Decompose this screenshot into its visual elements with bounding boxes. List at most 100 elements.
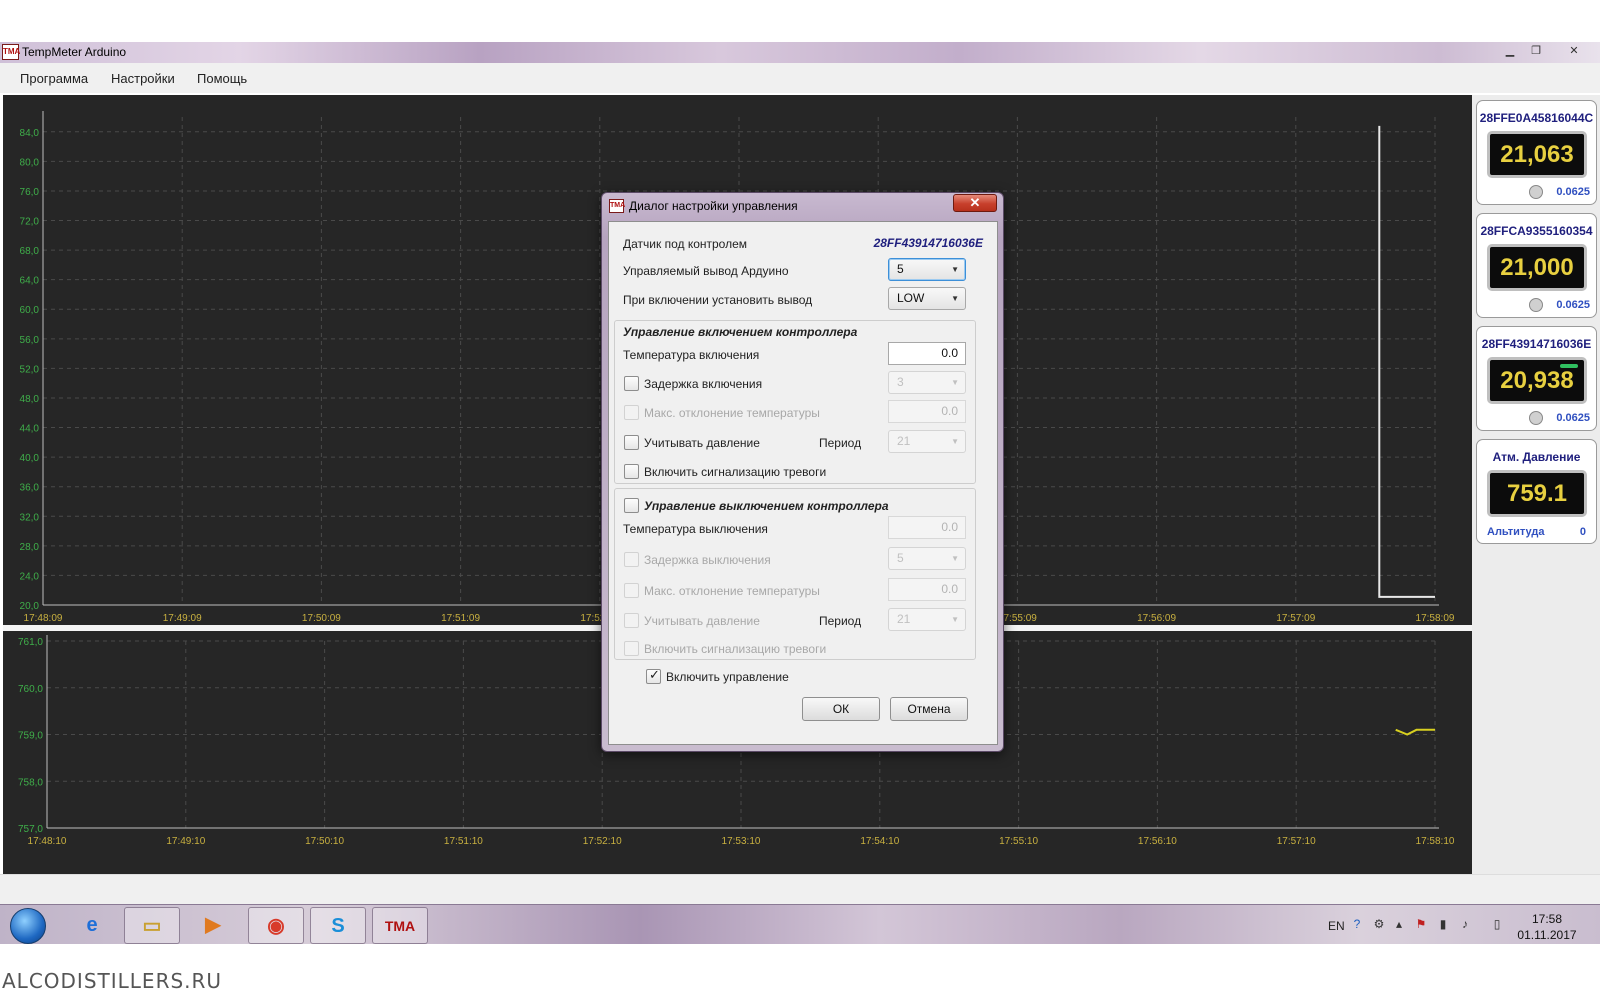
y-tick-label: 40,0 <box>20 453 40 464</box>
ie-icon[interactable]: e <box>64 907 120 944</box>
on-delay-value: 3 <box>897 375 904 389</box>
on-delay-checkbox[interactable] <box>624 376 639 391</box>
off-delay-value: 5 <box>897 551 904 565</box>
control-settings-dialog: TMA Диалог настройки управления ✕ Датчик… <box>601 192 1004 752</box>
x-tick-label: 17:58:10 <box>1416 836 1455 847</box>
init-state-select[interactable]: LOW ▼ <box>888 287 966 310</box>
dialog-app-icon: TMA <box>609 199 625 213</box>
off-pressure-checkbox[interactable] <box>624 613 639 628</box>
enable-control-checkbox[interactable]: ✓ <box>646 667 661 684</box>
control-active-indicator <box>1560 364 1578 368</box>
cancel-button[interactable]: Отмена <box>890 697 968 721</box>
explorer-icon[interactable]: ▭ <box>124 907 180 944</box>
chevron-down-icon: ▼ <box>951 437 959 446</box>
x-tick-label: 17:56:09 <box>1137 613 1176 624</box>
clock-date[interactable]: 01.11.2017 <box>1512 928 1582 942</box>
media-player-icon[interactable]: ▶ <box>185 907 241 944</box>
off-alarm-checkbox[interactable] <box>624 641 639 656</box>
app-icon: TMA <box>2 44 20 60</box>
language-indicator[interactable]: EN <box>1328 919 1345 933</box>
show-hidden-icons-icon[interactable]: ▴ <box>1392 917 1406 931</box>
y-tick-label: 20,0 <box>20 601 40 612</box>
x-tick-label: 17:52:10 <box>583 836 622 847</box>
off-pressure-label: Учитывать давление <box>644 614 760 628</box>
y-tick-label: 757,0 <box>18 824 43 835</box>
x-tick-label: 17:58:09 <box>1416 613 1455 624</box>
taskbar: e ▭ ▶ ◉ S TMA EN ? ⚙ ▴ ⚑ ▮ ♪ ▯ 17:58 01.… <box>0 904 1600 944</box>
ok-button[interactable]: ОК <box>802 697 880 721</box>
off-group-title: Управление выключением контроллера <box>644 499 889 513</box>
on-maxdev-checkbox[interactable] <box>624 405 639 420</box>
on-maxdev-label: Макс. отклонение температуры <box>644 406 820 420</box>
status-indicator <box>1529 185 1543 199</box>
sensor-value: 21,000 <box>1487 244 1587 291</box>
on-temp-input[interactable]: 0.0 <box>888 342 966 365</box>
sensor-resolution: 0.0625 <box>1556 299 1590 311</box>
off-group-checkbox[interactable] <box>624 498 639 513</box>
x-tick-label: 17:51:10 <box>444 836 483 847</box>
tempmeter-taskbar-icon[interactable]: TMA <box>372 907 428 944</box>
volume-icon[interactable]: ♪ <box>1458 917 1472 931</box>
sensor-value-text: 20,938 <box>1500 367 1574 394</box>
pressure-value: 759.1 <box>1487 470 1587 517</box>
minimize-button[interactable]: ▁ <box>1497 43 1523 60</box>
y-tick-label: 759,0 <box>18 731 43 742</box>
pin-select[interactable]: 5 ▼ <box>888 258 966 281</box>
menu-settings[interactable]: Настройки <box>111 71 175 86</box>
status-bar <box>0 874 1600 904</box>
action-center-icon[interactable]: ⚑ <box>1414 917 1428 931</box>
x-tick-label: 17:53:10 <box>722 836 761 847</box>
x-tick-label: 17:57:09 <box>1276 613 1315 624</box>
menu-help[interactable]: Помощь <box>197 71 247 86</box>
help-icon[interactable]: ? <box>1350 917 1364 931</box>
on-period-value: 21 <box>897 434 911 448</box>
pressure-title: Атм. Давление <box>1492 450 1581 464</box>
altitude-value: 0 <box>1579 526 1586 538</box>
y-tick-label: 44,0 <box>20 424 40 435</box>
skype-icon[interactable]: S <box>310 907 366 944</box>
start-button[interactable] <box>10 908 46 944</box>
x-tick-label: 17:51:09 <box>441 613 480 624</box>
off-maxdev-label: Макс. отклонение температуры <box>644 584 820 598</box>
off-maxdev-input[interactable]: 0.0 <box>888 578 966 601</box>
network-icon[interactable]: ▮ <box>1436 917 1450 931</box>
status-indicator <box>1529 298 1543 312</box>
enable-control-label: Включить управление <box>666 670 789 684</box>
on-delay-select[interactable]: 3 ▼ <box>888 371 966 394</box>
chrome-icon[interactable]: ◉ <box>248 907 304 944</box>
on-alarm-checkbox[interactable] <box>624 464 639 479</box>
init-label: При включении установить вывод <box>623 293 813 307</box>
clock-time[interactable]: 17:58 <box>1512 912 1582 926</box>
pressure-card[interactable]: Атм. Давление 759.1 Альтитуда 0 <box>1476 439 1597 544</box>
off-temp-input[interactable]: 0.0 <box>888 516 966 539</box>
y-tick-label: 32,0 <box>20 512 40 523</box>
y-tick-label: 80,0 <box>20 157 40 168</box>
sensor-card[interactable]: 28FFCA9355160354 21,000 0.0625 <box>1476 213 1597 318</box>
y-tick-label: 36,0 <box>20 483 40 494</box>
x-tick-label: 17:49:10 <box>166 836 205 847</box>
close-button[interactable]: ✕ <box>1561 43 1587 60</box>
maximize-button[interactable]: ❐ <box>1523 43 1549 60</box>
y-tick-label: 76,0 <box>20 187 40 198</box>
on-period-select[interactable]: 21 ▼ <box>888 430 966 453</box>
sensor-resolution: 0.0625 <box>1556 412 1590 424</box>
x-tick-label: 17:57:10 <box>1277 836 1316 847</box>
off-alarm-label: Включить сигнализацию тревоги <box>644 642 827 656</box>
off-period-select[interactable]: 21 ▼ <box>888 608 966 631</box>
battery-icon[interactable]: ▯ <box>1490 917 1504 931</box>
sensor-card[interactable]: 28FF43914716036E 20,938 0.0625 <box>1476 326 1597 431</box>
on-pressure-checkbox[interactable] <box>624 435 639 450</box>
off-period-value: 21 <box>897 612 911 626</box>
on-maxdev-input[interactable]: 0.0 <box>888 400 966 423</box>
off-delay-select[interactable]: 5 ▼ <box>888 547 966 570</box>
x-tick-label: 17:48:09 <box>24 613 63 624</box>
off-maxdev-checkbox[interactable] <box>624 583 639 598</box>
sensor-panel: 28FFE0A45816044C 21,063 0.0625 28FFCA935… <box>1472 95 1600 874</box>
sensor-card[interactable]: 28FFE0A45816044C 21,063 0.0625 <box>1476 100 1597 205</box>
dialog-close-button[interactable]: ✕ <box>953 194 997 212</box>
tray-misc-icon[interactable]: ⚙ <box>1372 917 1386 931</box>
sensor-label: Датчик под контролем <box>623 237 748 251</box>
off-delay-checkbox[interactable] <box>624 552 639 567</box>
menu-program[interactable]: Программа <box>20 71 88 86</box>
chevron-down-icon: ▼ <box>951 378 959 387</box>
